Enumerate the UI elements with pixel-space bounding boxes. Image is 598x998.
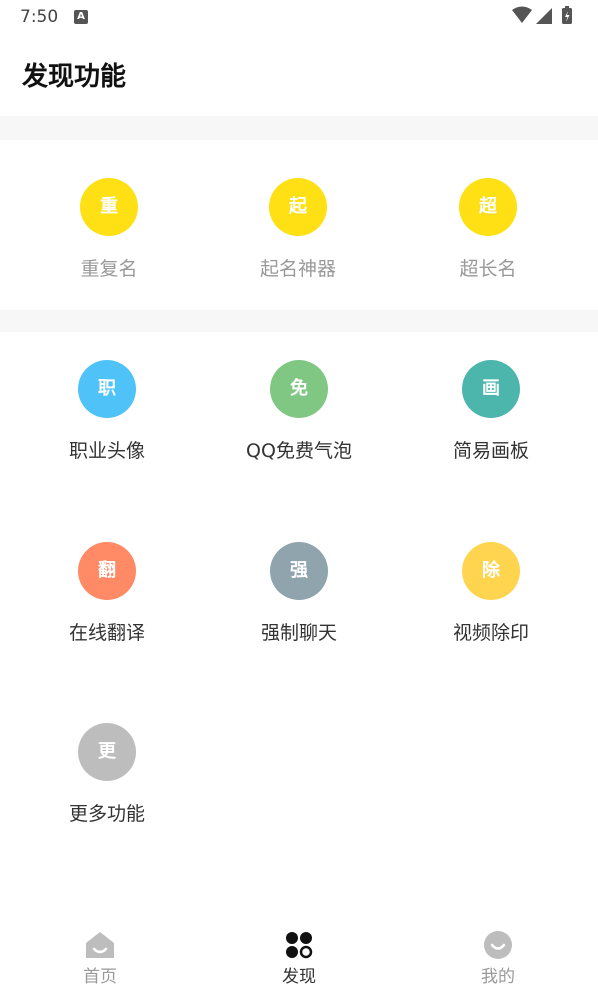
grid-item-label: QQ免费气泡: [246, 440, 352, 462]
signal-icon: [536, 8, 552, 24]
wifi-icon: [512, 6, 532, 23]
nav-item-home[interactable]: 首页: [40, 930, 160, 987]
grid-item-name-generator[interactable]: 起 起名神器: [198, 178, 398, 281]
status-time: 7:50: [20, 7, 59, 27]
grid-item-label: 职业头像: [68, 440, 145, 462]
grid-item-label: 在线翻译: [68, 622, 145, 644]
more-features-icon: 更: [78, 723, 136, 781]
section-divider: [0, 116, 598, 140]
nav-label: 发现: [282, 967, 316, 987]
grid-item-long-name[interactable]: 超 超长名: [388, 178, 588, 281]
notification-badge: A: [74, 10, 88, 24]
grid-item-drawing-board[interactable]: 画 简易画板: [391, 360, 591, 463]
career-avatar-icon: 职: [78, 360, 136, 418]
grid-item-label: 更多功能: [68, 803, 145, 825]
long-name-icon: 超: [459, 178, 517, 236]
grid-item-label: 视频除印: [452, 622, 529, 644]
repeat-name-icon: 重: [80, 178, 138, 236]
translate-icon: 翻: [78, 542, 136, 600]
grid-item-watermark-remove[interactable]: 除 视频除印: [391, 542, 591, 645]
nav-item-profile[interactable]: 我的: [438, 930, 558, 987]
home-icon: [86, 932, 114, 958]
discover-icon: [286, 932, 313, 959]
grid-item-label: 超长名: [459, 258, 517, 280]
grid-item-label: 简易画板: [452, 440, 529, 462]
watermark-remove-icon: 除: [462, 542, 520, 600]
grid-item-label: 重复名: [80, 258, 138, 280]
grid-item-more-features[interactable]: 更 更多功能: [7, 723, 207, 826]
grid-item-repeat-name[interactable]: 重 重复名: [9, 178, 209, 281]
grid-item-translate[interactable]: 翻 在线翻译: [7, 542, 207, 645]
grid-item-force-chat[interactable]: 强 强制聊天: [199, 542, 399, 645]
section-divider: [0, 310, 598, 332]
drawing-board-icon: 画: [462, 360, 520, 418]
grid-item-qq-bubble[interactable]: 免 QQ免费气泡: [199, 360, 399, 463]
qq-bubble-icon: 免: [270, 360, 328, 418]
grid-item-label: 起名神器: [259, 258, 336, 280]
status-bar: 7:50 A: [0, 0, 598, 34]
name-generator-icon: 起: [269, 178, 327, 236]
page-title: 发现功能: [22, 62, 127, 92]
status-icons: [512, 6, 572, 24]
grid-item-career-avatar[interactable]: 职 职业头像: [7, 360, 207, 463]
bottom-nav: 首页 发现 我的: [0, 920, 598, 998]
force-chat-icon: 强: [270, 542, 328, 600]
profile-icon: [484, 931, 512, 959]
nav-label: 我的: [481, 967, 515, 987]
nav-label: 首页: [83, 967, 117, 987]
nav-item-discover[interactable]: 发现: [239, 930, 359, 987]
grid-item-label: 强制聊天: [260, 622, 337, 644]
